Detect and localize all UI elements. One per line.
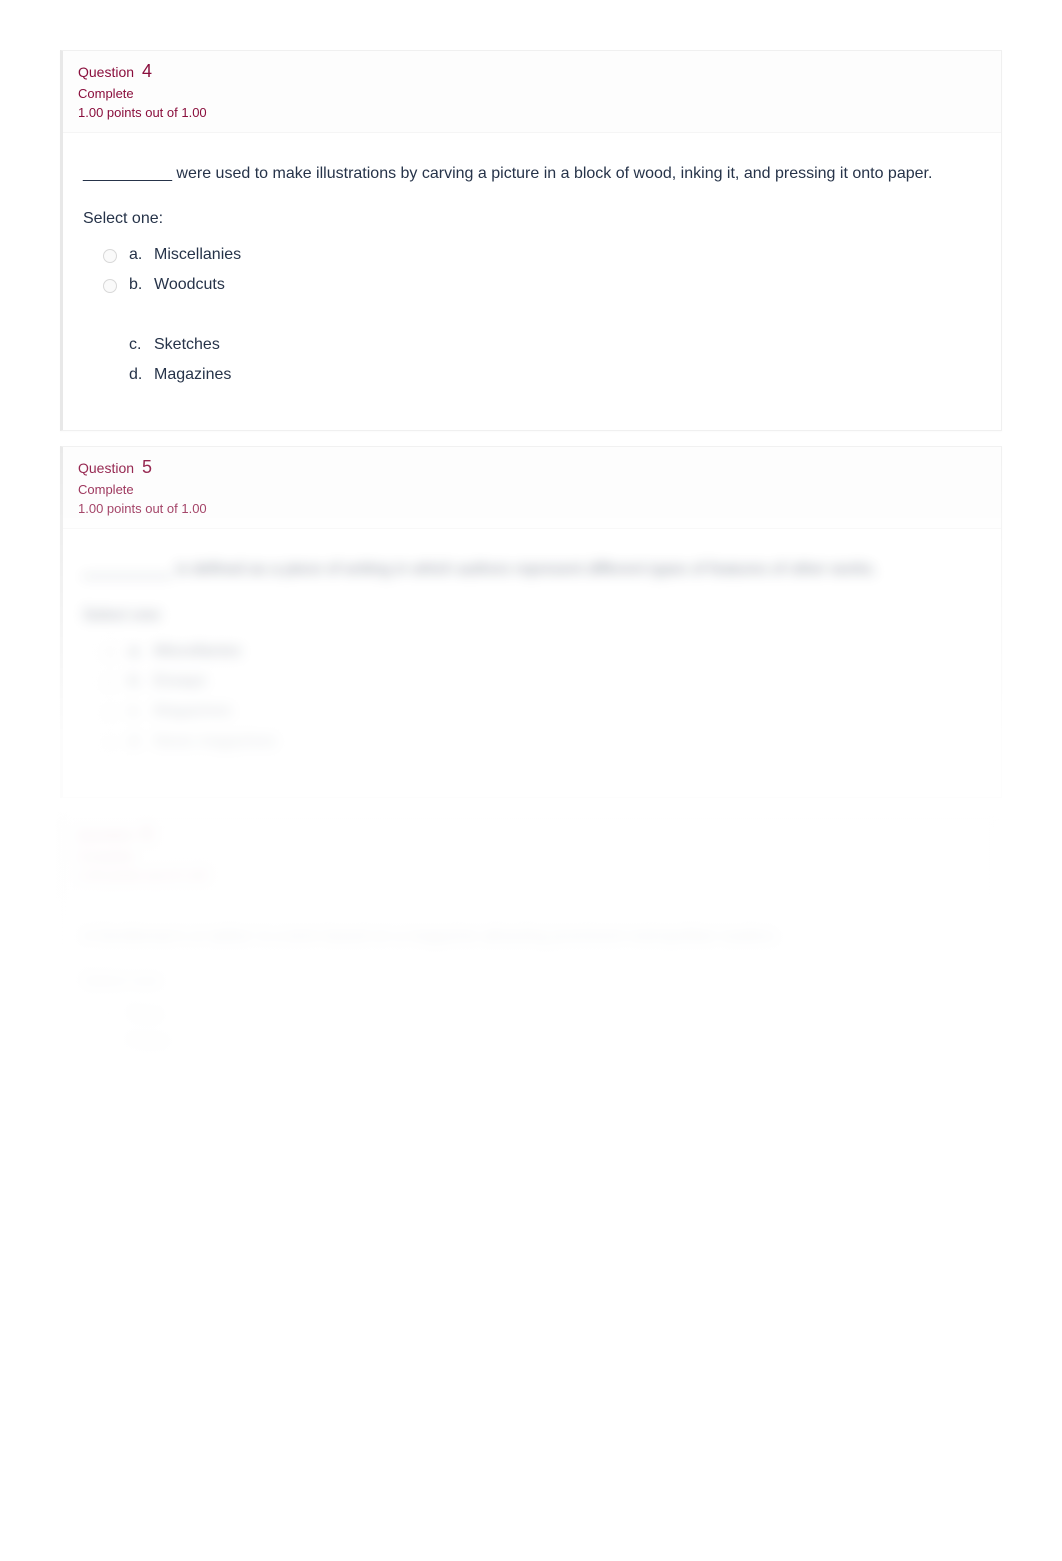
option-d: d. News magazines [83, 727, 981, 757]
option-d[interactable]: d. Magazines [83, 360, 981, 390]
question-points: 1.00 points out of 1.00 [78, 501, 986, 516]
question-number: 6 [142, 824, 152, 844]
option-letter: a. [129, 643, 154, 661]
question-header: Question 4 Complete 1.00 points out of 1… [63, 51, 1001, 133]
option-text: Miscellanies [154, 643, 981, 661]
option-text: Magazines [154, 703, 981, 721]
option-letter: c. [129, 703, 154, 721]
question-label: Question [78, 460, 134, 476]
question-text: __________ were used to make illustratio… [83, 163, 981, 185]
question-number-line: Question 6 [78, 824, 986, 845]
question-text: A Gentleman's or ladies' is a term based… [83, 926, 981, 948]
option-c: c. Magazines [83, 697, 981, 727]
question-label: Question [78, 64, 134, 80]
option-text: Sketches [154, 336, 981, 354]
question-block-6: Question 6 Complete 1.00 points out of 1… [60, 813, 1002, 1096]
question-points: 1.00 points out of 1.00 [78, 105, 986, 120]
select-one-label: Select one: [83, 210, 981, 228]
question-text: __________ is defined as a piece of writ… [83, 559, 981, 581]
option-text: Essays [154, 673, 981, 691]
option-text: Woodcuts [154, 276, 981, 294]
question-block-5: Question 5 Complete 1.00 points out of 1… [60, 446, 1002, 797]
question-number-line: Question 5 [78, 457, 986, 478]
option-letter: b. [129, 276, 154, 294]
question-label: Question [78, 827, 134, 843]
question-body: A Gentleman's or ladies' is a term based… [63, 896, 1001, 1095]
option-a: a. Miscellanies [83, 637, 981, 667]
select-one-label: Select one: [83, 607, 981, 625]
option-true: True [83, 1003, 981, 1029]
radio-icon [103, 736, 117, 750]
option-text: News magazines [154, 733, 981, 751]
option-false: False [83, 1029, 981, 1055]
question-number: 4 [142, 61, 152, 81]
option-b: b. Essays [83, 667, 981, 697]
option-letter: d. [129, 366, 154, 384]
question-header: Question 6 Complete 1.00 points out of 1… [63, 814, 1001, 896]
question-points: 1.00 points out of 1.00 [78, 868, 986, 883]
radio-icon [103, 676, 117, 690]
radio-icon [103, 706, 117, 720]
option-text: True [129, 1007, 981, 1025]
option-text: Magazines [154, 366, 981, 384]
question-header: Question 5 Complete 1.00 points out of 1… [63, 447, 1001, 529]
question-body: __________ were used to make illustratio… [63, 133, 1001, 430]
radio-icon [103, 646, 117, 660]
option-b[interactable]: b. Woodcuts [83, 270, 981, 300]
radio-icon [103, 1036, 117, 1050]
question-number: 5 [142, 457, 152, 477]
option-text: Miscellanies [154, 246, 981, 264]
option-text: False [129, 1033, 981, 1051]
question-body-blurred: __________ is defined as a piece of writ… [63, 529, 1001, 796]
radio-icon[interactable] [103, 279, 117, 293]
select-one-label: Select one: [83, 973, 981, 991]
question-status: Complete [78, 849, 986, 864]
question-status: Complete [78, 482, 986, 497]
option-letter: c. [129, 336, 154, 354]
option-letter: d. [129, 733, 154, 751]
radio-icon [103, 1010, 117, 1024]
radio-icon[interactable] [103, 249, 117, 263]
option-letter: a. [129, 246, 154, 264]
option-a[interactable]: a. Miscellanies [83, 240, 981, 270]
question-number-line: Question 4 [78, 61, 986, 82]
option-letter: b. [129, 673, 154, 691]
option-c[interactable]: c. Sketches [83, 330, 981, 360]
question-block-4: Question 4 Complete 1.00 points out of 1… [60, 50, 1002, 431]
question-status: Complete [78, 86, 986, 101]
quiz-container: Question 4 Complete 1.00 points out of 1… [0, 0, 1062, 1161]
